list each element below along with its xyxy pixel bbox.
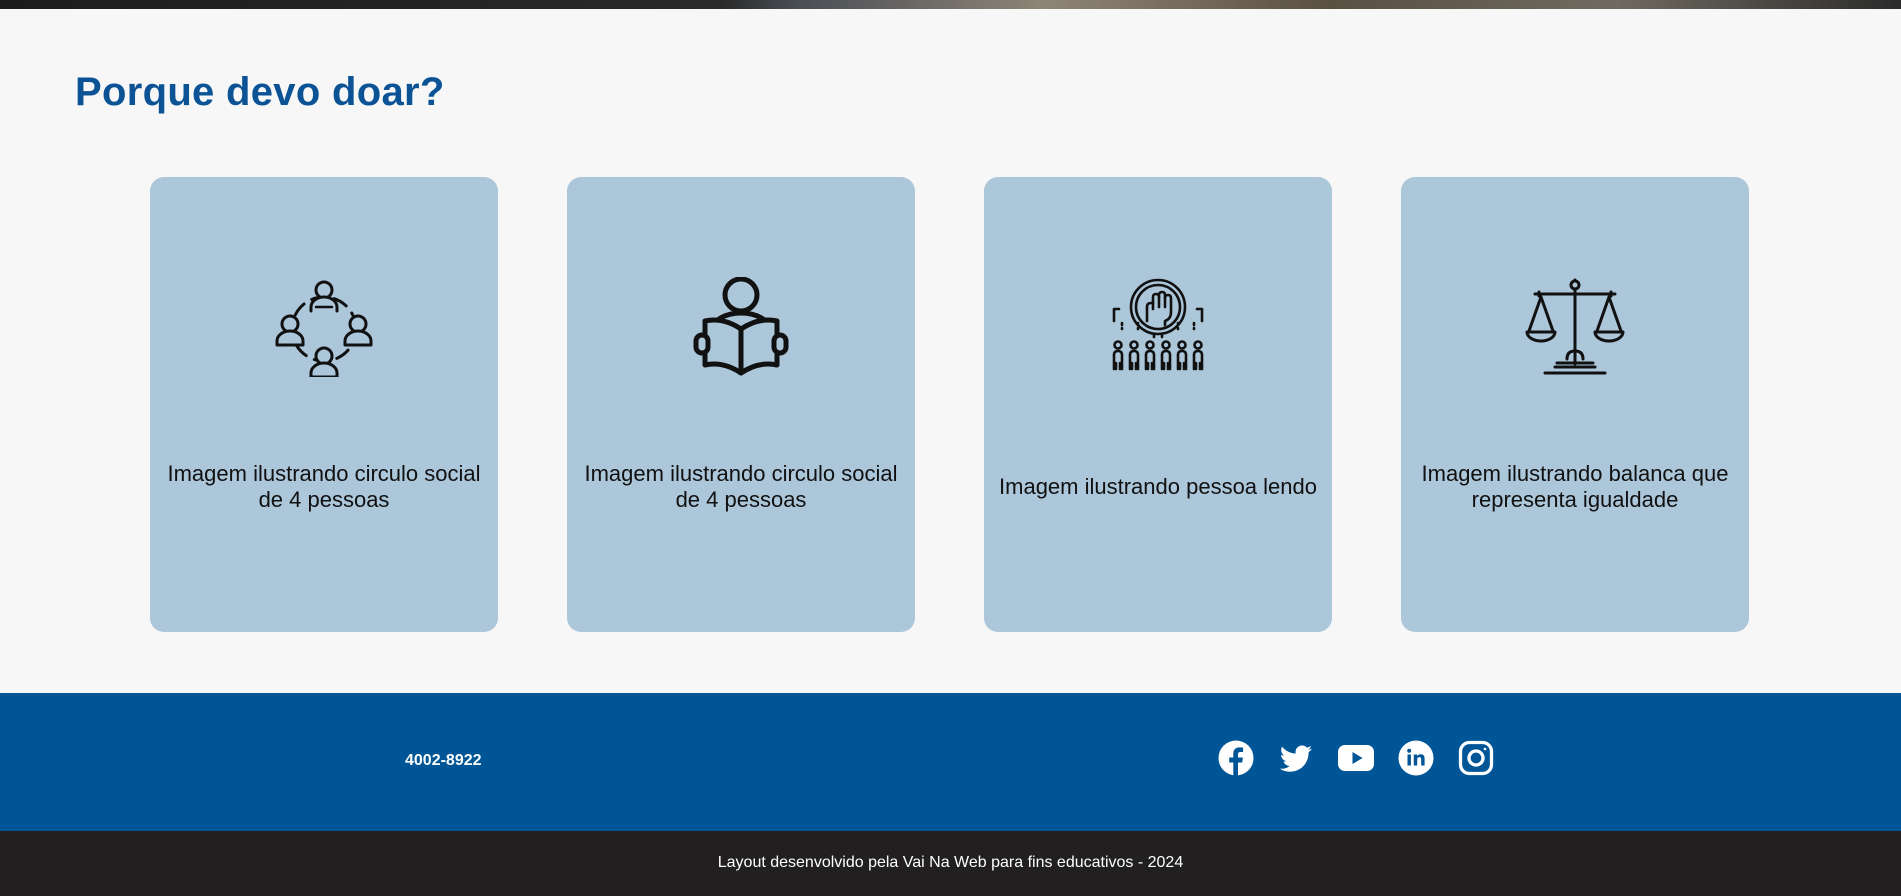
bottom-bar: Layout desenvolvido pela Vai Na Web para… xyxy=(0,831,1901,896)
card-person-reading: Imagem ilustrando circulo social de 4 pe… xyxy=(567,177,915,632)
raised-fist-crowd-icon xyxy=(1108,277,1208,377)
card-caption: Imagem ilustrando pessoa lendo xyxy=(999,474,1317,499)
instagram-icon[interactable] xyxy=(1458,740,1494,776)
card-caption: Imagem ilustrando circulo social de 4 pe… xyxy=(584,461,898,512)
facebook-icon[interactable] xyxy=(1218,740,1254,776)
card-social-circle: Imagem ilustrando circulo social de 4 pe… xyxy=(150,177,498,632)
why-donate-section: Porque devo doar? Imagem ilustrando circ… xyxy=(0,9,1901,693)
person-reading-icon xyxy=(691,277,791,377)
phone-number: 4002-8922 xyxy=(405,752,482,769)
card-caption: Imagem ilustrando balanca que representa… xyxy=(1421,461,1729,512)
social-circle-icon xyxy=(274,277,374,377)
footer: 4002-8922 xyxy=(0,693,1901,831)
social-links xyxy=(1218,740,1494,780)
linkedin-icon[interactable] xyxy=(1398,740,1434,776)
twitter-icon[interactable] xyxy=(1278,740,1314,776)
credits-text: Layout desenvolvido pela Vai Na Web para… xyxy=(717,853,1184,871)
section-title: Porque devo doar? xyxy=(75,70,445,114)
card-balance-scale: Imagem ilustrando balanca que representa… xyxy=(1401,177,1749,632)
hero-image-edge xyxy=(0,0,1901,9)
card-raised-fist: Imagem ilustrando pessoa lendo xyxy=(984,177,1332,632)
balance-scale-icon xyxy=(1525,277,1625,377)
youtube-icon[interactable] xyxy=(1338,740,1374,776)
card-caption: Imagem ilustrando circulo social de 4 pe… xyxy=(167,461,481,512)
